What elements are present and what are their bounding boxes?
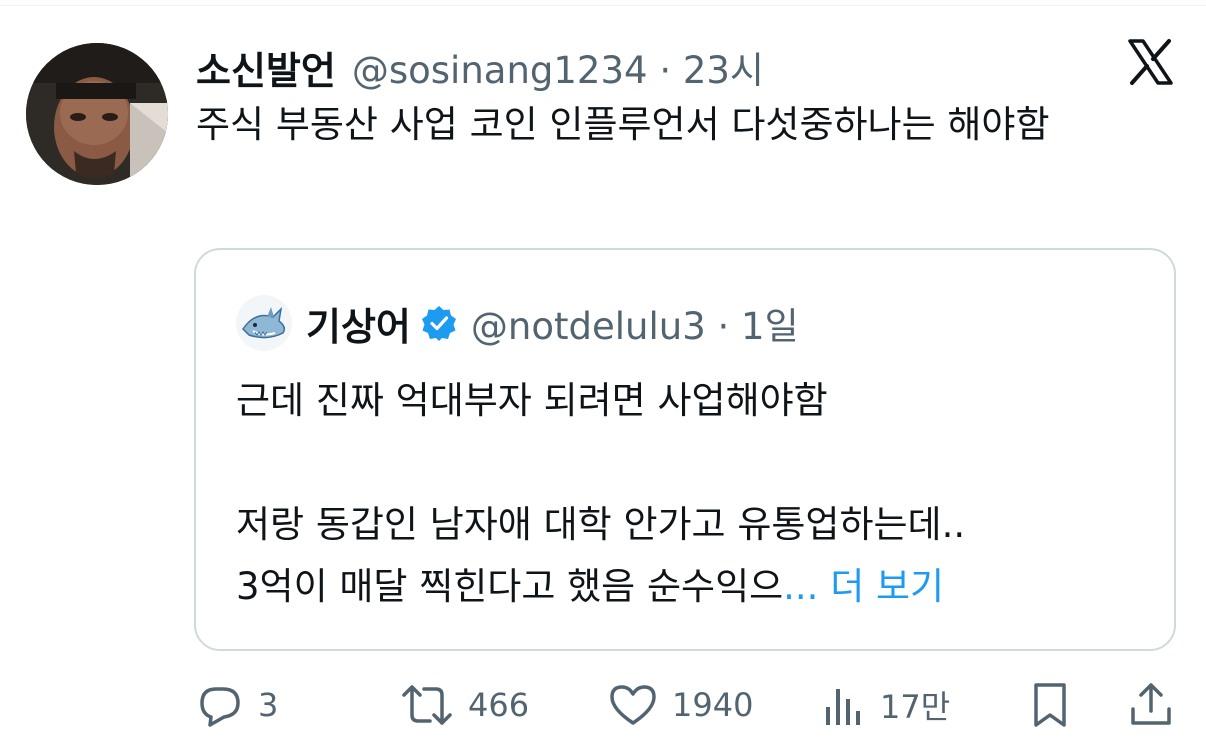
top-divider bbox=[0, 5, 1206, 6]
author-handle[interactable]: @sosinang1234 bbox=[352, 49, 648, 92]
bookmark-icon bbox=[1034, 683, 1066, 727]
quoted-author-avatar[interactable] bbox=[236, 295, 292, 351]
quoted-ellipsis: ... bbox=[783, 565, 819, 608]
author-avatar[interactable] bbox=[26, 43, 168, 185]
quoted-tweet-header: 기상어 @notdelulu3 · 1일 bbox=[236, 294, 799, 352]
like-button[interactable]: 1940 bbox=[608, 680, 753, 730]
reply-count: 3 bbox=[258, 686, 279, 724]
quoted-text-gap bbox=[236, 432, 1156, 494]
share-icon bbox=[1131, 683, 1171, 725]
quoted-author-display-name[interactable]: 기상어 bbox=[306, 296, 411, 351]
quoted-text-line-1: 근데 진짜 억대부자 되려면 사업해야함 bbox=[236, 379, 828, 422]
reply-icon bbox=[200, 687, 240, 727]
avatar-image bbox=[26, 43, 168, 185]
quoted-author-handle[interactable]: @notdelulu3 bbox=[471, 305, 706, 348]
retweet-count: 466 bbox=[468, 686, 530, 724]
quoted-tweet-time[interactable]: 1일 bbox=[741, 305, 799, 348]
views-icon bbox=[826, 689, 860, 725]
shark-icon bbox=[242, 306, 286, 339]
like-icon bbox=[610, 685, 656, 725]
tweet-time[interactable]: 23시 bbox=[683, 49, 764, 92]
x-logo-icon[interactable] bbox=[1126, 38, 1174, 86]
like-count: 1940 bbox=[672, 686, 754, 724]
retweet-button[interactable]: 466 bbox=[400, 680, 529, 730]
show-more-link[interactable]: 더 보기 bbox=[830, 565, 944, 608]
bookmark-button[interactable] bbox=[1028, 680, 1072, 730]
share-button[interactable] bbox=[1128, 680, 1174, 730]
author-display-name[interactable]: 소신발언 bbox=[196, 40, 336, 95]
views-button[interactable]: 17만 bbox=[824, 680, 950, 730]
verified-badge-icon bbox=[421, 306, 456, 341]
quoted-meta-separator: · bbox=[717, 305, 730, 348]
quoted-tweet-card[interactable]: 기상어 @notdelulu3 · 1일 근데 진짜 억대부자 되려면 사업해야… bbox=[194, 248, 1176, 651]
author-handle-meta: @sosinang1234 · 23시 bbox=[352, 40, 764, 94]
quoted-handle-meta: @notdelulu3 · 1일 bbox=[471, 296, 799, 350]
quoted-text-line-2: 저랑 동갑인 남자애 대학 안가고 유통업하는데.. bbox=[236, 503, 966, 546]
quoted-tweet-text: 근데 진짜 억대부자 되려면 사업해야함 저랑 동갑인 남자애 대학 안가고 유… bbox=[236, 370, 1156, 618]
tweet-header: 소신발언 @sosinang1234 · 23시 bbox=[196, 40, 764, 94]
retweet-icon bbox=[402, 685, 452, 725]
quoted-text-line-3: 3억이 매달 찍힌다고 했음 순수익으 bbox=[236, 565, 784, 608]
quoted-text-line-3-wrap: 3억이 매달 찍힌다고 했음 순수익으... 더 보기 bbox=[236, 556, 1156, 618]
views-count: 17만 bbox=[880, 688, 951, 726]
tweet-action-bar: 3 466 1940 17만 bbox=[196, 680, 1176, 730]
reply-button[interactable]: 3 bbox=[196, 680, 278, 730]
meta-separator: · bbox=[659, 49, 672, 92]
tweet-text: 주식 부동산 사업 코인 인플루언서 다섯중하나는 해야함 bbox=[196, 103, 1050, 146]
